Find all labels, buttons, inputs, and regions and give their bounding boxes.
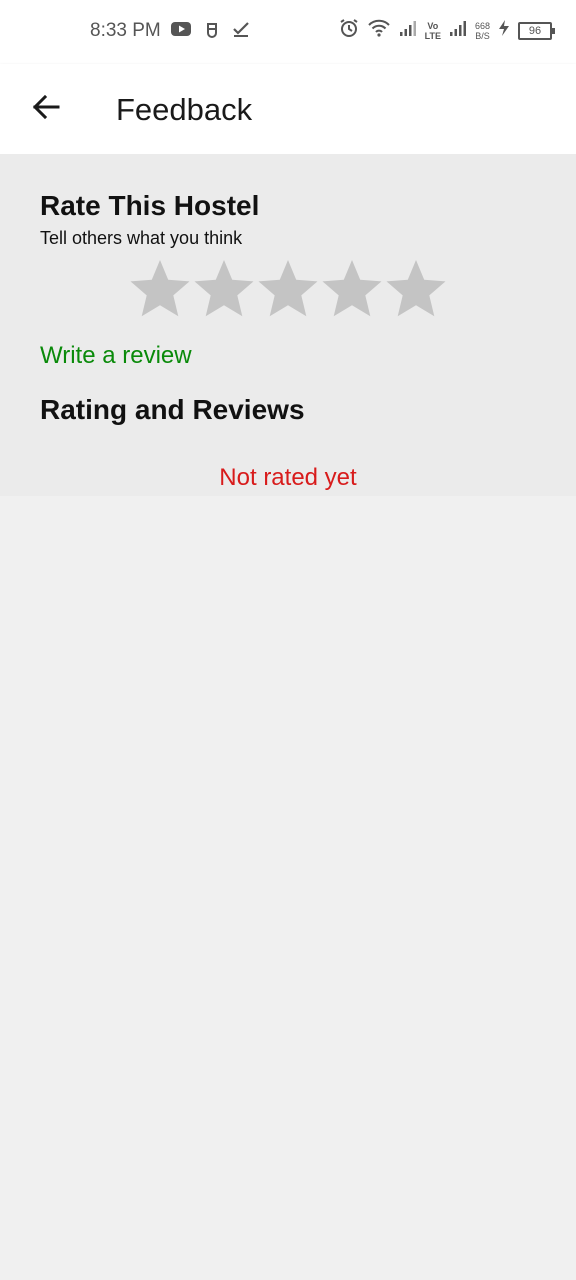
app-bar: Feedback — [0, 64, 576, 154]
star-icon-4[interactable] — [320, 258, 384, 322]
status-left-icons — [170, 20, 250, 43]
status-right-icons: Vo LTE 668 B/S 96 — [339, 18, 555, 43]
star-icon-5[interactable] — [384, 258, 448, 322]
back-button[interactable] — [18, 86, 74, 132]
star-icon-3[interactable] — [256, 258, 320, 322]
star-icon-2[interactable] — [192, 258, 256, 322]
app-notification-icon — [204, 20, 220, 43]
arrow-left-icon — [31, 92, 61, 127]
status-time: 8:33 PM — [90, 20, 161, 41]
signal-icon — [449, 19, 467, 42]
battery-icon: 96 — [518, 21, 555, 40]
wifi-icon — [367, 18, 391, 43]
download-complete-icon — [232, 20, 250, 43]
status-bar: 8:33 PM Vo LTE 668 B/S 96 — [0, 0, 576, 64]
alarm-icon — [339, 18, 359, 43]
rating-panel: Rate This Hostel Tell others what you th… — [0, 154, 576, 496]
youtube-icon — [170, 21, 192, 42]
page-title: Feedback — [116, 92, 253, 127]
network-speed-unit: B/S — [475, 30, 490, 41]
star-icon-1[interactable] — [128, 258, 192, 322]
signal-icon — [399, 19, 417, 42]
volte-top-label: Vo — [427, 20, 439, 31]
reviews-heading: Rating and Reviews — [40, 394, 305, 425]
network-speed: 668 B/S — [475, 21, 490, 41]
star-rating[interactable] — [128, 258, 448, 322]
write-review-link[interactable]: Write a review — [40, 342, 192, 370]
not-rated-text: Not rated yet — [219, 464, 357, 491]
rate-subtitle: Tell others what you think — [40, 228, 243, 248]
rate-title: Rate This Hostel — [40, 190, 260, 221]
charging-icon — [498, 19, 510, 42]
volte-indicator: Vo LTE — [425, 21, 441, 41]
network-speed-value: 668 — [474, 20, 490, 31]
volte-bottom-label: LTE — [424, 30, 441, 41]
